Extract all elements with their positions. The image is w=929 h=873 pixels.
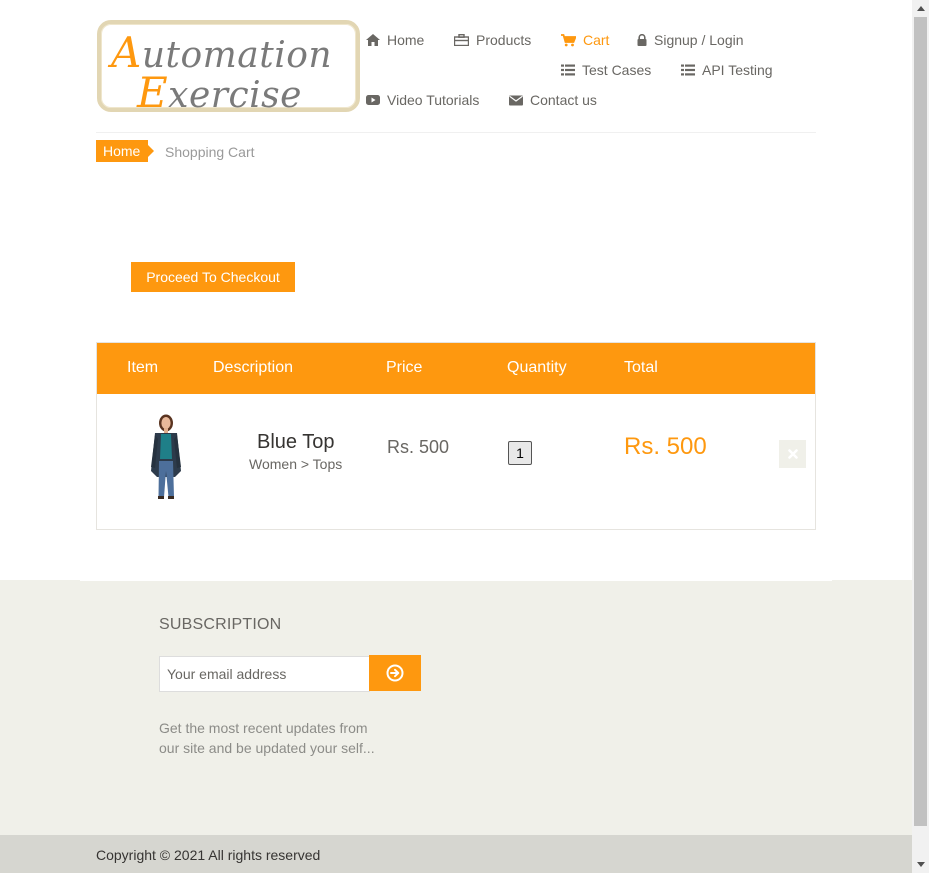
- scrollbar-thumb[interactable]: [914, 17, 927, 826]
- nav-contact-us[interactable]: Contact us: [509, 92, 597, 108]
- footer-widget-area: [0, 580, 912, 835]
- close-icon: [787, 449, 798, 459]
- breadcrumb-current: Shopping Cart: [165, 144, 255, 160]
- briefcase-icon: [454, 34, 469, 46]
- cart-table-header: Item Description Price Quantity Total: [97, 343, 815, 394]
- nav-home[interactable]: Home: [366, 32, 424, 48]
- shopping-cart-icon: [561, 33, 576, 46]
- product-price: Rs. 500: [387, 437, 450, 457]
- logo-line-2: Exercise: [137, 68, 302, 117]
- nav-cart[interactable]: Cart: [561, 32, 609, 48]
- nav-api-testing-label: API Testing: [702, 62, 773, 78]
- nav-products[interactable]: Products: [454, 32, 531, 48]
- delete-item-button[interactable]: [779, 440, 806, 468]
- nav-contact-us-label: Contact us: [530, 92, 597, 108]
- nav-home-label: Home: [387, 32, 425, 48]
- scroll-down-arrow[interactable]: [912, 856, 929, 873]
- subscribe-button[interactable]: [369, 655, 421, 691]
- lock-icon: [637, 34, 647, 46]
- nav-signup-login[interactable]: Signup / Login: [637, 32, 744, 48]
- envelope-icon: [509, 95, 523, 105]
- list-icon: [681, 64, 695, 76]
- nav-products-label: Products: [476, 32, 532, 48]
- nav-video-tutorials-label: Video Tutorials: [387, 92, 480, 108]
- nav-video-tutorials[interactable]: Video Tutorials: [366, 92, 479, 108]
- proceed-to-checkout-button[interactable]: Proceed To Checkout: [131, 262, 295, 292]
- header-divider: [96, 132, 816, 133]
- breadcrumb-home[interactable]: Home: [96, 140, 155, 162]
- copyright-text: Copyright © 2021 All rights reserved: [96, 847, 321, 863]
- column-header-quantity: Quantity: [507, 359, 567, 376]
- column-header-item: Item: [127, 359, 159, 376]
- product-total: Rs. 500: [624, 433, 707, 460]
- scroll-up-arrow[interactable]: [912, 0, 929, 17]
- subscription-email-input[interactable]: [159, 656, 370, 692]
- cart-table: Item Description Price Quantity Total Bl…: [96, 342, 816, 530]
- nav-api-testing[interactable]: API Testing: [681, 62, 773, 78]
- nav-test-cases-label: Test Cases: [582, 62, 652, 78]
- column-header-price: Price: [386, 359, 423, 376]
- column-header-total: Total: [624, 359, 658, 376]
- home-icon: [366, 34, 380, 46]
- arrow-circle-right-icon: [386, 664, 404, 682]
- triangle-down-icon: [916, 862, 925, 867]
- nav-test-cases[interactable]: Test Cases: [561, 62, 651, 78]
- quantity-display[interactable]: 1: [508, 441, 532, 465]
- list-icon: [561, 64, 575, 76]
- site-logo[interactable]: Automation Exercise: [97, 20, 360, 117]
- youtube-play-icon: [366, 95, 380, 105]
- product-category: Women > Tops: [249, 456, 343, 472]
- nav-cart-label: Cart: [583, 32, 610, 48]
- nav-signup-login-label: Signup / Login: [654, 32, 744, 48]
- subscription-description: Get the most recent updates from our sit…: [159, 720, 375, 756]
- triangle-up-icon: [916, 6, 925, 11]
- subscription-title: SUBSCRIPTION: [159, 616, 282, 633]
- product-image[interactable]: [130, 411, 205, 499]
- column-header-description: Description: [213, 359, 294, 376]
- product-name[interactable]: Blue Top: [257, 431, 334, 454]
